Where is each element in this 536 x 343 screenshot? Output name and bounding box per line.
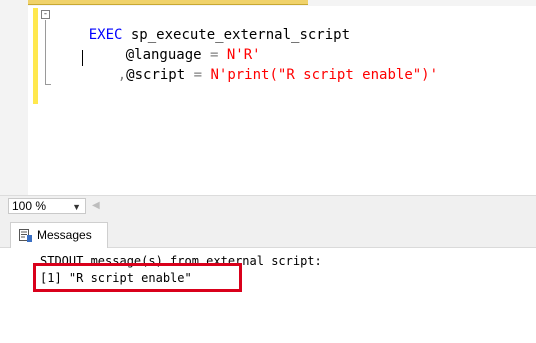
code-string-script: N'print("R script enable")' <box>210 67 439 83</box>
change-tracking-bar <box>33 8 38 104</box>
editor-margin <box>0 0 28 195</box>
results-pane: Messages STDOUT message(s) from external… <box>0 215 536 343</box>
scroll-left-icon[interactable]: ◀ <box>92 200 100 211</box>
code-comma: , <box>117 67 127 83</box>
chevron-down-icon[interactable]: ▼ <box>72 200 81 214</box>
messages-icon <box>19 229 32 242</box>
collapse-toggle-icon[interactable]: ⊟- <box>41 10 50 19</box>
tab-messages[interactable]: Messages <box>10 222 108 248</box>
zoom-value: 100 % <box>12 199 47 213</box>
results-gutter <box>0 248 8 343</box>
messages-tab-label: Messages <box>37 228 92 242</box>
code-param-script: @script <box>126 67 186 83</box>
highlight-box <box>33 263 242 292</box>
editor-tab-strip <box>0 0 536 6</box>
text-caret <box>82 50 83 66</box>
document-tab-edge[interactable] <box>8 0 308 5</box>
code-operator: = <box>185 67 211 83</box>
results-tab-strip: Messages <box>0 215 536 248</box>
zoom-bar: 100 % ▼ ◀ <box>0 195 536 215</box>
outline-guide-end <box>45 84 51 85</box>
outline-guide <box>45 20 46 84</box>
code-line-3[interactable]: ,@script = N'print("R script enable")' <box>84 48 438 102</box>
query-editor[interactable]: ⊟- EXEC sp_execute_external_script @lang… <box>0 0 536 195</box>
zoom-dropdown[interactable]: 100 % ▼ <box>8 198 86 214</box>
